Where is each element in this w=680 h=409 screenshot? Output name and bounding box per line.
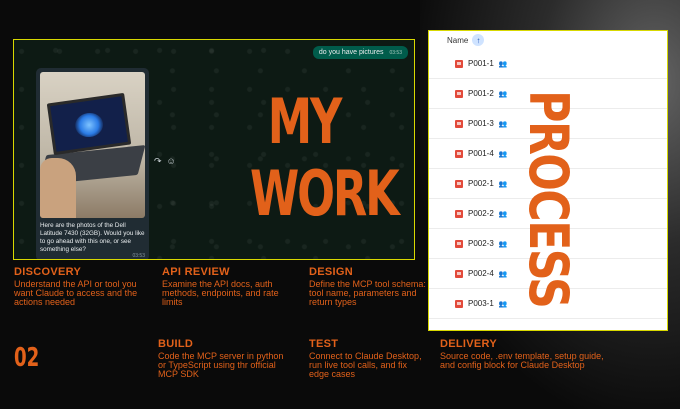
forward-icon[interactable]: ↷	[154, 156, 162, 167]
step-discovery: DISCOVERY Understand the API or tool you…	[14, 266, 144, 307]
image-file-icon	[455, 59, 463, 68]
sent-message-text: do you have pictures	[318, 49, 384, 56]
step-build: BUILD Code the MCP server in python or T…	[158, 338, 290, 379]
emoji-icon[interactable]: ☺	[167, 156, 176, 167]
shared-people-icon: 👥	[498, 150, 508, 158]
shared-people-icon: 👥	[498, 210, 508, 218]
sent-message-bubble: do you have pictures 03:53	[312, 46, 408, 59]
image-caption: Here are the photos of the Dell Latitude…	[40, 222, 145, 253]
image-file-icon	[455, 299, 463, 308]
file-name: P002-2	[468, 209, 494, 218]
name-header-label: Name	[447, 35, 469, 45]
file-name: P002-3	[468, 239, 494, 248]
laptop-photo[interactable]	[40, 72, 145, 218]
step-description: Define the MCP tool schema: tool name, p…	[309, 279, 426, 307]
step-delivery: DELIVERY Source code, .env template, set…	[440, 338, 615, 370]
step-description: Code the MCP server in python or TypeScr…	[158, 351, 284, 379]
sort-up-icon[interactable]: ↑	[472, 34, 485, 46]
image-file-icon	[455, 269, 463, 278]
image-file-icon	[455, 239, 463, 248]
shared-people-icon: 👥	[498, 180, 508, 188]
headline-line2: WORK	[250, 157, 400, 230]
image-file-icon	[455, 89, 463, 98]
step-test: TEST Connect to Claude Desktop, run live…	[309, 338, 427, 379]
shared-people-icon: 👥	[498, 60, 508, 68]
file-name: P002-1	[468, 179, 494, 188]
step-title: DELIVERY	[440, 338, 498, 350]
step-description: Understand the API or tool you want Clau…	[14, 279, 138, 307]
shared-people-icon: 👥	[498, 120, 508, 128]
shared-people-icon: 👥	[498, 90, 508, 98]
step-description: Source code, .env template, setup guide,…	[440, 351, 604, 370]
step-title: API REVIEW	[162, 266, 230, 278]
image-file-icon	[455, 179, 463, 188]
step-title: BUILD	[158, 338, 194, 350]
image-file-icon	[455, 209, 463, 218]
step-description: Examine the API docs, auth methods, endp…	[162, 279, 279, 307]
file-name: P001-1	[468, 59, 494, 68]
file-name: P003-1	[468, 299, 494, 308]
step-title: DESIGN	[309, 266, 353, 278]
file-row[interactable]: P001-1 👥	[429, 49, 667, 79]
windows-bloom-wallpaper	[73, 111, 105, 139]
image-file-icon	[455, 119, 463, 128]
step-api-review: API REVIEW Examine the API docs, auth me…	[162, 266, 290, 307]
file-name: P001-3	[468, 119, 494, 128]
step-number: 02	[14, 343, 40, 373]
hand	[40, 158, 76, 218]
sent-message-time: 03:53	[389, 50, 402, 56]
name-column-header[interactable]: Name ↑	[429, 31, 667, 49]
step-design: DESIGN Define the MCP tool schema: tool …	[309, 266, 441, 307]
process-title: PROCESS	[517, 90, 580, 308]
file-name: P001-4	[468, 149, 494, 158]
shared-people-icon: 👥	[498, 240, 508, 248]
headline-line1: MY	[267, 85, 343, 158]
step-title: TEST	[309, 338, 339, 350]
laptop-screen	[46, 92, 132, 156]
shared-people-icon: 👥	[498, 300, 508, 308]
file-name: P002-4	[468, 269, 494, 278]
message-actions: ↷ ☺	[154, 156, 176, 167]
file-name: P001-2	[468, 89, 494, 98]
my-work-headline: MY WORK	[250, 85, 400, 230]
chat-screenshot: do you have pictures 03:53 Here are the …	[13, 39, 415, 260]
step-description: Connect to Claude Desktop, run live tool…	[309, 351, 422, 379]
shared-people-icon: 👥	[498, 270, 508, 278]
image-file-icon	[455, 149, 463, 158]
image-message-time: 03:53	[132, 253, 145, 259]
image-message[interactable]: Here are the photos of the Dell Latitude…	[36, 68, 149, 259]
step-title: DISCOVERY	[14, 266, 82, 278]
